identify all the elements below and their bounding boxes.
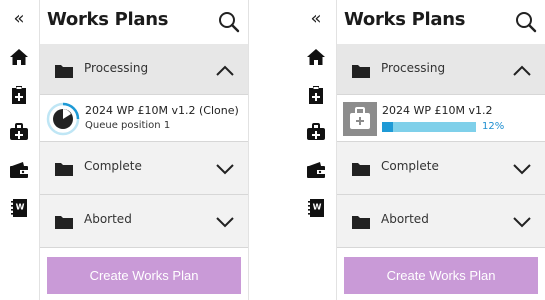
works-plan-kit-icon [343, 102, 377, 136]
works-plans-panel-left: « W Works Plans Processing 2024 WP £10M … [0, 0, 249, 300]
clipboard-add-icon[interactable] [306, 85, 326, 105]
section-label: Processing [84, 61, 149, 75]
progress-bar [382, 122, 476, 132]
item-name: 2024 WP £10M v1.2 (Clone) [85, 104, 239, 117]
progress-fill [382, 122, 394, 132]
complete-section[interactable]: Complete [40, 142, 248, 195]
medical-kit-icon[interactable] [306, 122, 326, 142]
folder-icon [55, 161, 73, 180]
processing-section[interactable]: Processing [40, 44, 248, 95]
workbook-icon[interactable]: W [306, 198, 326, 218]
list-item[interactable]: 2024 WP £10M v1.2 12% [337, 96, 545, 142]
folder-icon [352, 214, 370, 233]
svg-text:W: W [16, 203, 25, 212]
section-label: Aborted [381, 212, 429, 226]
wallet-icon[interactable] [9, 160, 29, 180]
chevron-down-icon[interactable] [216, 160, 234, 179]
progress-percent: 12% [482, 121, 505, 132]
clipboard-add-icon[interactable] [9, 85, 29, 105]
home-icon[interactable] [9, 47, 29, 67]
folder-icon [55, 214, 73, 233]
medical-kit-icon[interactable] [9, 122, 29, 142]
folder-icon [352, 161, 370, 180]
item-name: 2024 WP £10M v1.2 [382, 104, 493, 117]
complete-section[interactable]: Complete [337, 142, 545, 195]
svg-text:W: W [313, 203, 322, 212]
section-label: Processing [381, 61, 446, 75]
chevron-up-icon[interactable] [216, 62, 234, 81]
page-title: Works Plans [344, 9, 466, 30]
works-plans-main: Works Plans Processing 2024 WP £10M v1.2… [336, 0, 545, 300]
collapse-icon[interactable]: « [306, 8, 326, 29]
chevron-down-icon[interactable] [216, 213, 234, 232]
folder-icon [352, 63, 370, 82]
item-status: Queue position 1 [85, 120, 171, 131]
page-title: Works Plans [47, 9, 169, 30]
header: Works Plans [337, 0, 545, 44]
chevron-up-icon[interactable] [513, 62, 531, 81]
nav-rail: « W [297, 0, 335, 300]
create-works-plan-button[interactable]: Create Works Plan [47, 257, 241, 294]
works-plans-main: Works Plans Processing 2024 WP £10M v1.2… [39, 0, 249, 300]
aborted-section[interactable]: Aborted [40, 195, 248, 248]
chevron-down-icon[interactable] [513, 213, 531, 232]
collapse-icon[interactable]: « [9, 8, 29, 29]
section-label: Complete [84, 159, 142, 173]
aborted-section[interactable]: Aborted [337, 195, 545, 248]
processing-section[interactable]: Processing [337, 44, 545, 95]
workbook-icon[interactable]: W [9, 198, 29, 218]
works-plans-panel-right: « W Works Plans Processing 2024 WP £10M … [297, 0, 545, 300]
queue-spinner-icon [46, 102, 80, 136]
nav-rail: « W [0, 0, 38, 300]
list-item[interactable]: 2024 WP £10M v1.2 (Clone) Queue position… [40, 96, 248, 142]
header: Works Plans [40, 0, 248, 44]
section-label: Aborted [84, 212, 132, 226]
chevron-down-icon[interactable] [513, 160, 531, 179]
folder-icon [55, 63, 73, 82]
search-icon[interactable] [218, 11, 240, 33]
home-icon[interactable] [306, 47, 326, 67]
search-icon[interactable] [515, 11, 537, 33]
section-label: Complete [381, 159, 439, 173]
create-works-plan-button[interactable]: Create Works Plan [344, 257, 538, 294]
wallet-icon[interactable] [306, 160, 326, 180]
